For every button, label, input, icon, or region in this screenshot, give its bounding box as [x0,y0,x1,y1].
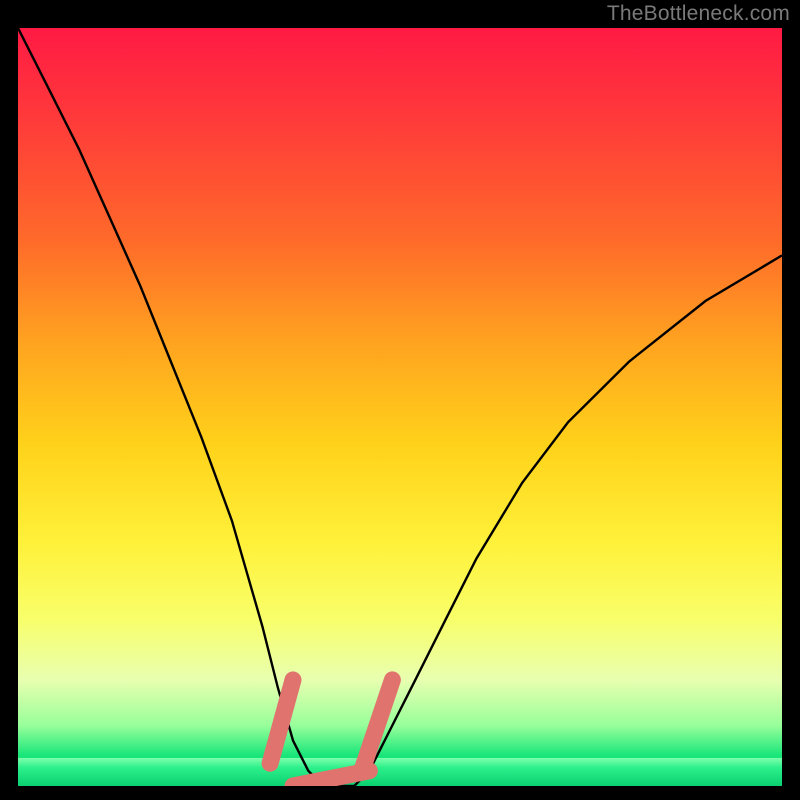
marker-valley-left-slope [270,680,293,763]
chart-frame: TheBottleneck.com [0,0,800,800]
bottleneck-curve [18,28,782,786]
curve-layer [18,28,782,786]
watermark-text: TheBottleneck.com [607,2,790,26]
valley-markers [270,680,392,786]
plot-area [18,28,782,786]
